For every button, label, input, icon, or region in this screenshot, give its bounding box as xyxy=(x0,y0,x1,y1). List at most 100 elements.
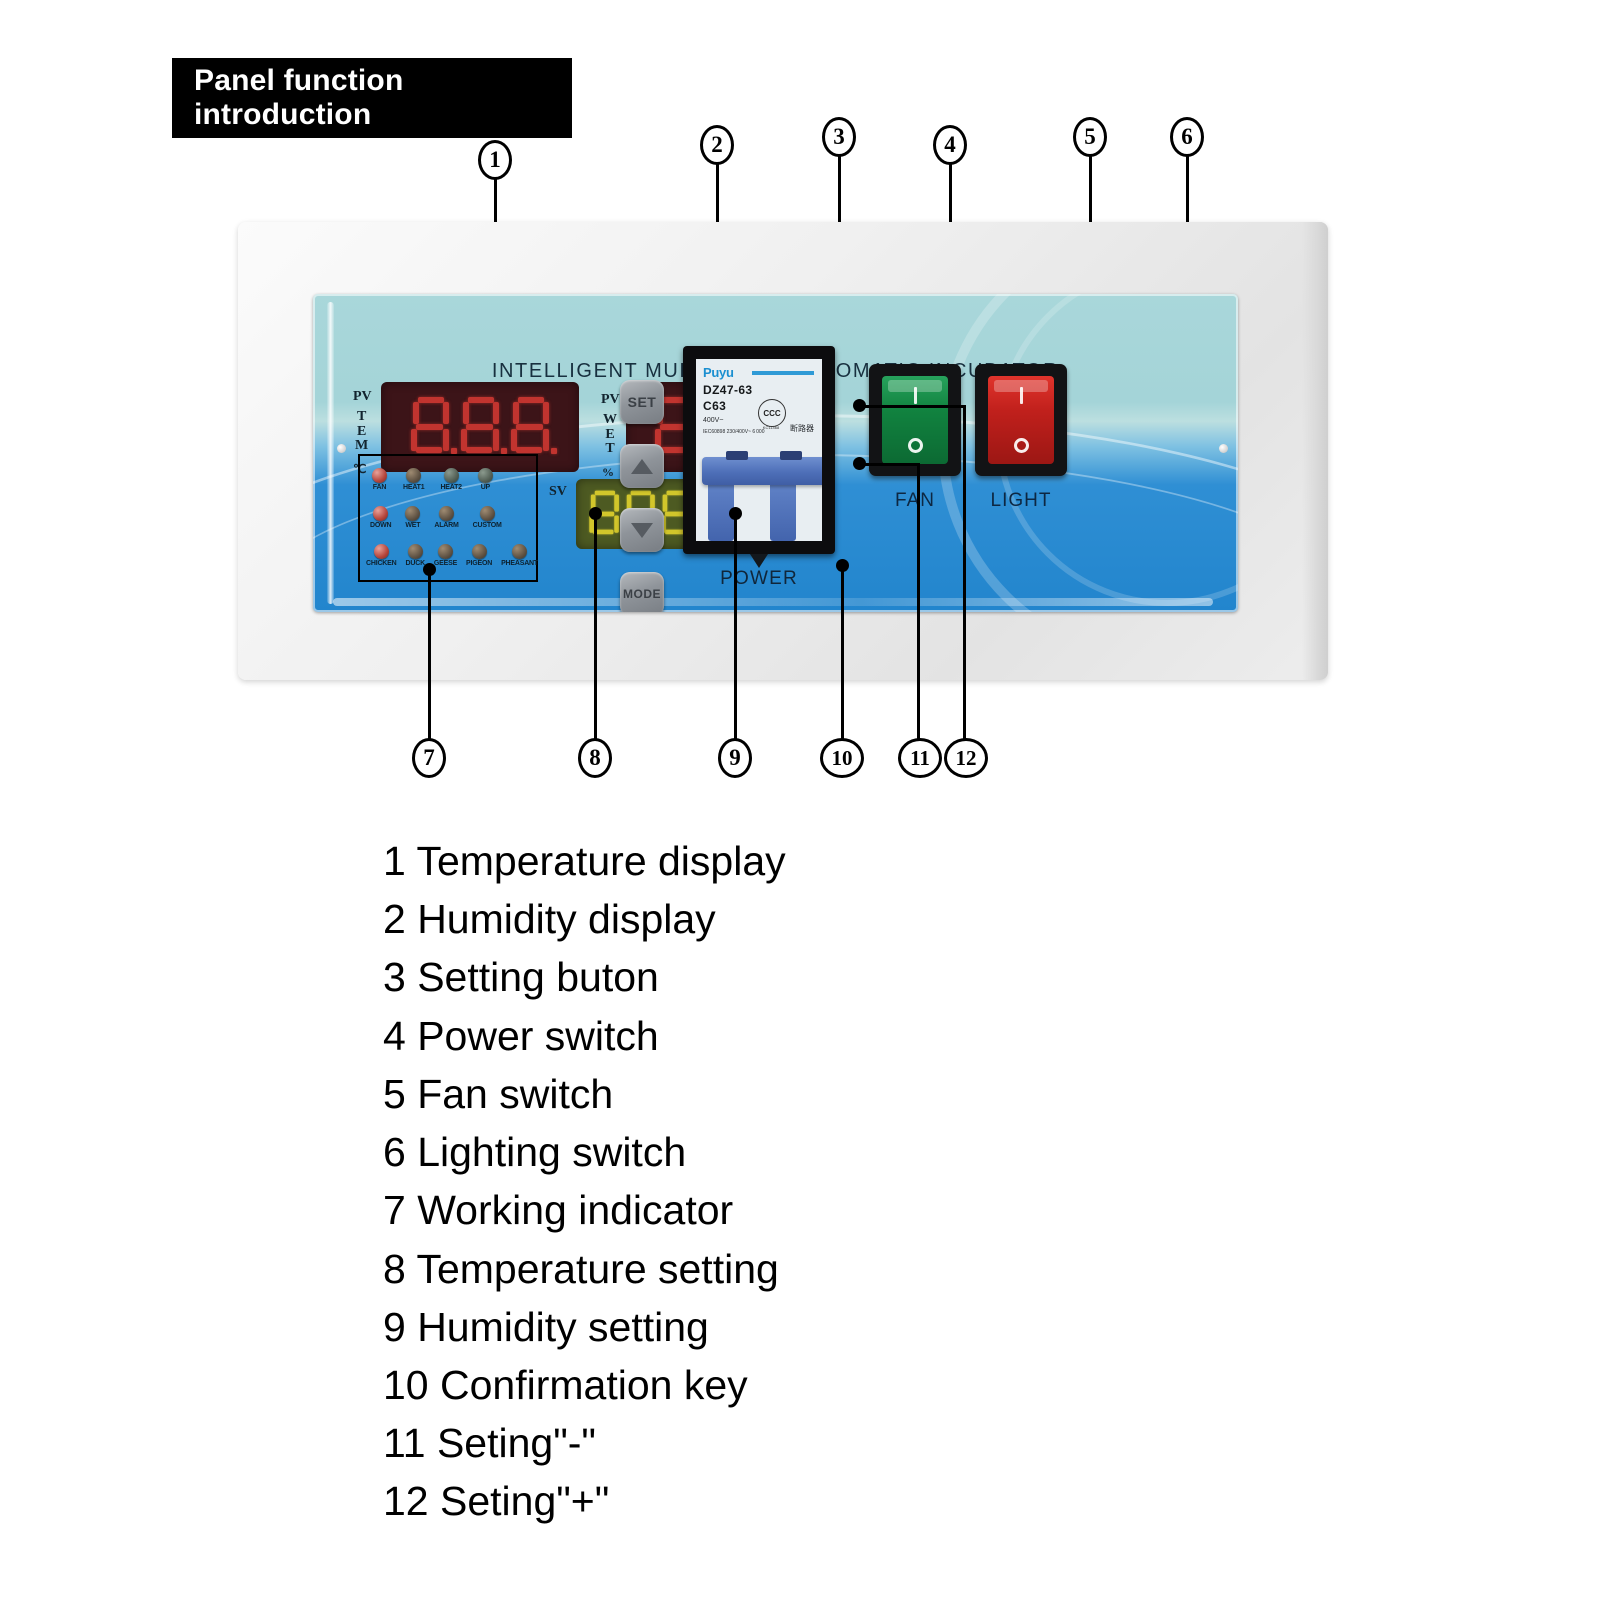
set-button[interactable]: SET xyxy=(620,380,664,424)
breaker-model: DZ47-63 xyxy=(703,383,753,397)
indicator-label: CUSTOM xyxy=(472,522,502,529)
temp-name-label: TEM xyxy=(355,409,369,454)
incubator-controller-device: INTELLIGENT MULTI MODE AUTOMATIC INCUBAT… xyxy=(238,222,1328,680)
leader-dot-7 xyxy=(423,563,436,576)
ccc-ring: CCC xyxy=(758,399,786,427)
temperature-digits xyxy=(410,396,557,458)
up-arrow-icon xyxy=(631,458,653,474)
power-circuit-breaker[interactable]: Puyu DZ47-63 C63 400V~ IEC60898 230/400V… xyxy=(683,346,835,568)
legend-item: 9 Humidity setting xyxy=(383,1303,709,1350)
legend-item: 5 Fan switch xyxy=(383,1070,614,1117)
light-switch-label: LIGHT xyxy=(990,490,1052,511)
leader-dot-11 xyxy=(853,457,866,470)
leader-line-8 xyxy=(594,513,597,740)
indicator-label: ALARM xyxy=(434,522,459,529)
indicator-custom: CUSTOM xyxy=(473,506,502,529)
breaker-brand-bar xyxy=(752,371,814,375)
leader-dot-8 xyxy=(589,507,602,520)
power-arrow-icon xyxy=(750,554,768,568)
hum-pv-label: PV xyxy=(601,392,620,407)
working-indicator-group: FAN HEAT1 HEAT2 UP DOWN WET ALARM CUSTOM… xyxy=(358,454,538,582)
indicator-label: PIGEON xyxy=(466,560,493,567)
seven-seg-digit xyxy=(460,396,507,458)
breaker-body: Puyu DZ47-63 C63 400V~ IEC60898 230/400V… xyxy=(696,359,822,541)
indicator-label: UP xyxy=(480,484,491,491)
power-label: POWER xyxy=(720,568,798,589)
indicator-label: PHEASANT xyxy=(501,560,538,567)
callout-3: 3 xyxy=(822,117,856,157)
callout-10: 10 xyxy=(820,738,864,778)
legend-item: 8 Temperature setting xyxy=(383,1245,779,1292)
panel-function-banner: Panel function introduction xyxy=(172,58,572,138)
leader-dot-10 xyxy=(836,559,849,572)
indicator-pheasant: PHEASANT xyxy=(501,544,538,567)
mode-button[interactable]: MODE xyxy=(620,572,664,612)
indicator-wet: WET xyxy=(405,506,421,529)
up-button[interactable] xyxy=(620,444,664,488)
breaker-voltage: 400V~ xyxy=(703,417,724,424)
ccc-caption: KC11468 xyxy=(762,425,780,430)
banner-title: Panel function introduction xyxy=(194,64,404,131)
hum-name-label: WET xyxy=(603,412,617,457)
legend-item: 10 Confirmation key xyxy=(383,1361,748,1408)
leader-line-7 xyxy=(428,568,431,740)
leader-dot-9 xyxy=(729,507,742,520)
indicator-duck: DUCK xyxy=(406,544,425,567)
callout-4: 4 xyxy=(933,125,967,165)
switch-on-icon xyxy=(1019,387,1023,404)
indicator-geese: GEESE xyxy=(434,544,457,567)
callout-5: 5 xyxy=(1073,117,1107,157)
light-rocker-face xyxy=(988,376,1054,464)
leader-line-12 xyxy=(963,405,966,740)
callout-2: 2 xyxy=(700,125,734,165)
light-switch[interactable] xyxy=(975,364,1067,476)
indicator-chicken: CHICKEN xyxy=(366,544,397,567)
screenshot-root: Panel function introduction 1 2 3 4 5 6 … xyxy=(0,0,1601,1601)
indicator-label: CHICKEN xyxy=(366,560,397,567)
down-button[interactable] xyxy=(620,508,664,552)
indicator-pigeon: PIGEON xyxy=(466,544,492,567)
leader-dot-12 xyxy=(853,399,866,412)
indicator-label: HEAT1 xyxy=(403,484,425,491)
switch-off-icon xyxy=(907,438,923,453)
breaker-pole-right xyxy=(770,485,796,541)
glass-bottom-highlight xyxy=(333,598,1213,606)
breaker-rating: C63 xyxy=(703,399,727,413)
fan-switch[interactable] xyxy=(869,364,961,476)
callout-7: 7 xyxy=(412,738,446,778)
legend-item: 4 Power switch xyxy=(383,1012,659,1059)
indicator-label: HEAT2 xyxy=(440,484,462,491)
panel-screw-right xyxy=(1219,444,1228,453)
legend-list: 1 Temperature display 2 Humidity display… xyxy=(383,832,1283,1531)
indicator-alarm: ALARM xyxy=(434,506,459,529)
indicator-label: WET xyxy=(405,522,421,529)
indicator-label: DOWN xyxy=(370,522,392,529)
breaker-cn-text: 断路器 xyxy=(790,424,814,433)
legend-item: 11 Seting"-" xyxy=(383,1420,596,1467)
sv-temp-label: SV xyxy=(549,484,567,499)
indicator-label: GEESE xyxy=(433,560,458,567)
breaker-toggle-lever[interactable] xyxy=(702,451,822,485)
breaker-brand: Puyu xyxy=(703,365,734,380)
callout-11: 11 xyxy=(898,738,942,778)
leader-line-10 xyxy=(841,565,844,740)
leader-line-9 xyxy=(734,513,737,740)
hum-unit-label: % xyxy=(602,465,614,479)
callout-1: 1 xyxy=(478,140,512,180)
glass-edge-highlight xyxy=(327,302,334,604)
indicator-fan: FAN xyxy=(372,468,387,491)
leader-line-11a xyxy=(860,463,918,466)
indicator-heat1: HEAT1 xyxy=(403,468,425,491)
down-arrow-icon xyxy=(631,522,653,538)
switch-off-icon xyxy=(1013,438,1029,453)
indicator-row-3: CHICKEN DUCK GEESE PIGEON PHEASANT xyxy=(366,544,538,567)
seven-seg-digit xyxy=(410,396,457,458)
indicator-down: DOWN xyxy=(370,506,392,529)
seven-seg-digit xyxy=(510,396,557,458)
indicator-heat2: HEAT2 xyxy=(440,468,462,491)
callout-9: 9 xyxy=(718,738,752,778)
indicator-label: FAN xyxy=(372,484,387,491)
indicator-up: UP xyxy=(477,468,493,491)
control-panel-faceplate: INTELLIGENT MULTI MODE AUTOMATIC INCUBAT… xyxy=(313,294,1238,612)
indicator-label: DUCK xyxy=(405,560,426,567)
